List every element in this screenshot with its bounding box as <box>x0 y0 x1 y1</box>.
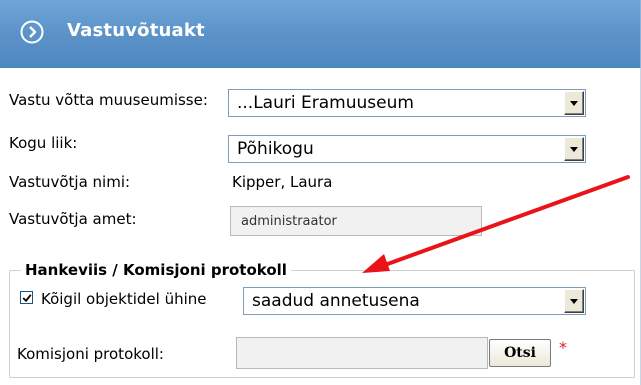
annotation-arrow-icon <box>362 175 630 273</box>
